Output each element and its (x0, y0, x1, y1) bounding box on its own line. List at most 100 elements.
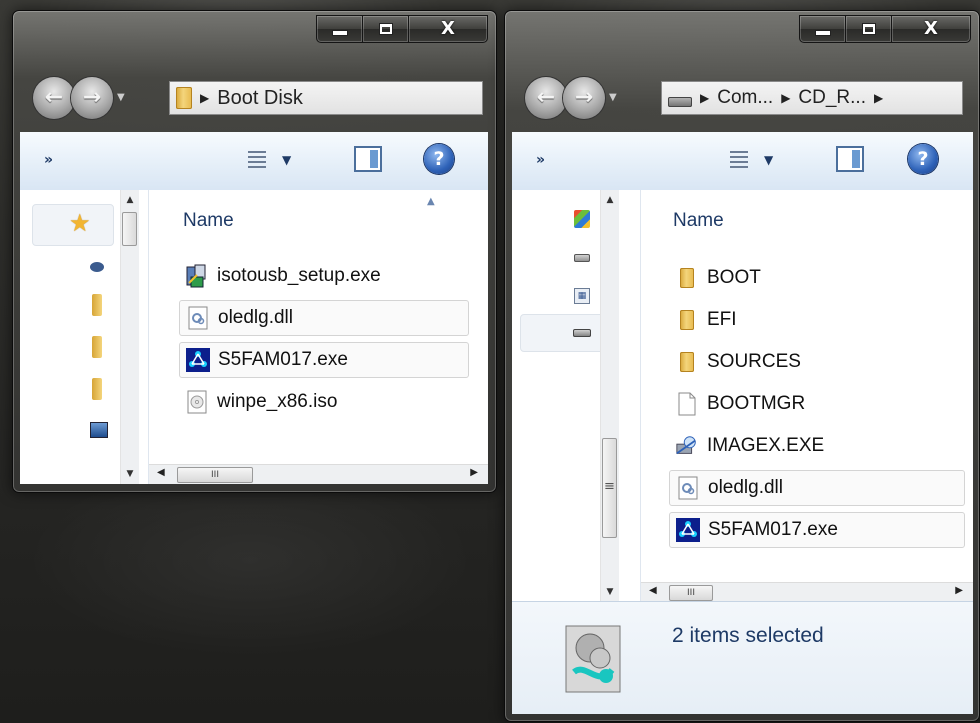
file-row[interactable]: EFI (669, 302, 909, 338)
more-commands-chevron-icon[interactable]: » (44, 152, 53, 168)
forward-button[interactable]: → (563, 77, 605, 119)
details-pane: 2 items selected (512, 601, 973, 714)
explorer-body: » ▼ ? ▦ ▲ ≡ ▼ Name BOOT EFI SOURCES BOOT… (512, 132, 973, 714)
windows-drive-icon[interactable] (574, 210, 590, 228)
selection-status: 2 items selected (672, 624, 824, 647)
network-location-icon[interactable] (90, 262, 104, 272)
address-bar[interactable]: ▶ Com... ▶ CD_R... ▶ (661, 81, 963, 115)
file-list[interactable]: Name BOOT EFI SOURCES BOOTMGR IMAGEX.EXE… (641, 190, 973, 602)
breadcrumb-separator-icon[interactable]: ▶ (200, 91, 209, 105)
scroll-left-icon[interactable]: ◀ (649, 585, 657, 596)
views-dropdown-icon[interactable]: ▼ (282, 153, 291, 167)
file-list-horizontal-scrollbar[interactable]: ◀ III ▶ (149, 464, 488, 484)
help-icon[interactable]: ? (908, 144, 938, 174)
breadcrumb-computer[interactable]: Com... (717, 87, 773, 109)
library-folder-icon[interactable] (92, 378, 102, 400)
scroll-down-icon[interactable]: ▼ (601, 584, 619, 600)
file-list[interactable]: ▲ Name isotousb_setup.exe oledlg.dll S5F… (149, 190, 488, 484)
library-folder-icon[interactable] (92, 336, 102, 358)
exe-app-icon (676, 517, 700, 543)
file-row[interactable]: BOOT (669, 260, 909, 296)
navigation-pane[interactable]: ▦ ▲ ≡ ▼ (512, 190, 641, 670)
views-dropdown-icon[interactable]: ▼ (764, 153, 773, 167)
file-row-selected[interactable]: S5FAM017.exe (669, 512, 965, 548)
scroll-up-icon[interactable]: ▲ (601, 192, 619, 208)
library-folder-icon[interactable] (92, 294, 102, 316)
scroll-thumb[interactable]: III (669, 585, 713, 601)
recent-pages-dropdown[interactable]: ▼ (609, 92, 617, 103)
breadcrumb-separator-icon[interactable]: ▶ (700, 91, 709, 105)
scroll-left-icon[interactable]: ◀ (157, 467, 165, 478)
file-row[interactable]: winpe_x86.iso (179, 384, 439, 420)
scroll-right-icon[interactable]: ▶ (470, 467, 478, 478)
breadcrumb-separator-icon[interactable]: ▶ (781, 91, 790, 105)
sort-ascending-icon: ▲ (427, 196, 435, 207)
scroll-right-icon[interactable]: ▶ (955, 585, 963, 596)
close-button[interactable]: X (408, 15, 488, 43)
navigation-pane-scrollbar[interactable]: ▲ ≡ ▼ (600, 190, 619, 602)
more-commands-chevron-icon[interactable]: » (536, 152, 545, 168)
optical-drive-icon (573, 329, 591, 337)
file-name: IMAGEX.EXE (707, 435, 825, 456)
file-name: oledlg.dll (708, 477, 783, 498)
file-row[interactable]: SOURCES (669, 344, 909, 380)
file-name: S5FAM017.exe (708, 519, 838, 540)
breadcrumb-boot-disk[interactable]: Boot Disk (217, 87, 303, 110)
scroll-thumb[interactable] (122, 212, 137, 246)
name-column-header[interactable]: Name (673, 210, 724, 232)
favorites-item[interactable]: ★ (32, 204, 114, 246)
file-row[interactable]: BOOTMGR (669, 386, 909, 422)
caption-buttons: X (316, 15, 488, 43)
file-name: S5FAM017.exe (218, 349, 348, 370)
explorer-window-boot-disk[interactable]: X ← → ▼ ▶ Boot Disk » ▼ ? ★ ▲ ▼ ▲ Name i… (12, 10, 497, 493)
maximize-button[interactable] (362, 15, 408, 43)
preview-pane-icon[interactable] (836, 146, 864, 172)
views-icon[interactable] (730, 150, 748, 168)
preview-pane-icon[interactable] (354, 146, 382, 172)
folder-icon (675, 265, 699, 291)
close-button[interactable]: X (891, 15, 971, 43)
favorites-star-icon: ★ (69, 209, 91, 237)
forward-arrow-icon: → (574, 85, 594, 110)
cd-rom-nav-item-selected[interactable] (520, 314, 612, 352)
back-button[interactable]: ← (33, 77, 75, 119)
forward-button[interactable]: → (71, 77, 113, 119)
scroll-thumb[interactable]: III (177, 467, 253, 483)
file-row-selected[interactable]: S5FAM017.exe (179, 342, 469, 378)
recent-pages-dropdown[interactable]: ▼ (117, 92, 125, 103)
file-row-selected[interactable]: oledlg.dll (669, 470, 965, 506)
file-name: BOOT (707, 267, 761, 288)
help-icon[interactable]: ? (424, 144, 454, 174)
computer-icon[interactable] (90, 422, 108, 438)
maximize-button[interactable] (845, 15, 891, 43)
scroll-thumb[interactable]: ≡ (602, 438, 617, 538)
minimize-button[interactable] (316, 15, 362, 43)
navigation-pane[interactable]: ★ ▲ ▼ (20, 190, 149, 484)
file-icon (675, 391, 699, 417)
file-name: SOURCES (707, 351, 801, 372)
back-button[interactable]: ← (525, 77, 567, 119)
address-bar[interactable]: ▶ Boot Disk (169, 81, 483, 115)
command-bar: » ▼ ? (20, 132, 488, 191)
file-name: BOOTMGR (707, 393, 806, 414)
file-name: EFI (707, 309, 737, 330)
network-drive-icon[interactable]: ▦ (574, 288, 590, 304)
breadcrumb-separator-icon[interactable]: ▶ (874, 91, 883, 105)
breadcrumb-cd-rom[interactable]: CD_R... (798, 87, 866, 109)
minimize-button[interactable] (799, 15, 845, 43)
scroll-up-icon[interactable]: ▲ (121, 192, 139, 208)
navigation-pane-scrollbar[interactable]: ▲ ▼ (120, 190, 139, 484)
views-icon[interactable] (248, 150, 266, 168)
file-row[interactable]: IMAGEX.EXE (669, 428, 909, 464)
drive-icon (668, 97, 692, 107)
name-column-header[interactable]: Name (183, 210, 234, 232)
file-row-selected[interactable]: oledlg.dll (179, 300, 469, 336)
file-row[interactable]: isotousb_setup.exe (179, 258, 439, 294)
scroll-down-icon[interactable]: ▼ (121, 466, 139, 482)
drive-icon[interactable] (574, 254, 590, 262)
explorer-window-cd-rom[interactable]: X ← → ▼ ▶ Com... ▶ CD_R... ▶ » ▼ ? ▦ ▲ ≡… (504, 10, 980, 722)
exe-app-icon (186, 347, 210, 373)
navigation-bar: ← → ▼ ▶ Boot Disk (33, 77, 496, 121)
explorer-body: » ▼ ? ★ ▲ ▼ ▲ Name isotousb_setup.exe ol… (20, 132, 488, 484)
file-list-horizontal-scrollbar[interactable]: ◀ III ▶ (641, 582, 973, 603)
